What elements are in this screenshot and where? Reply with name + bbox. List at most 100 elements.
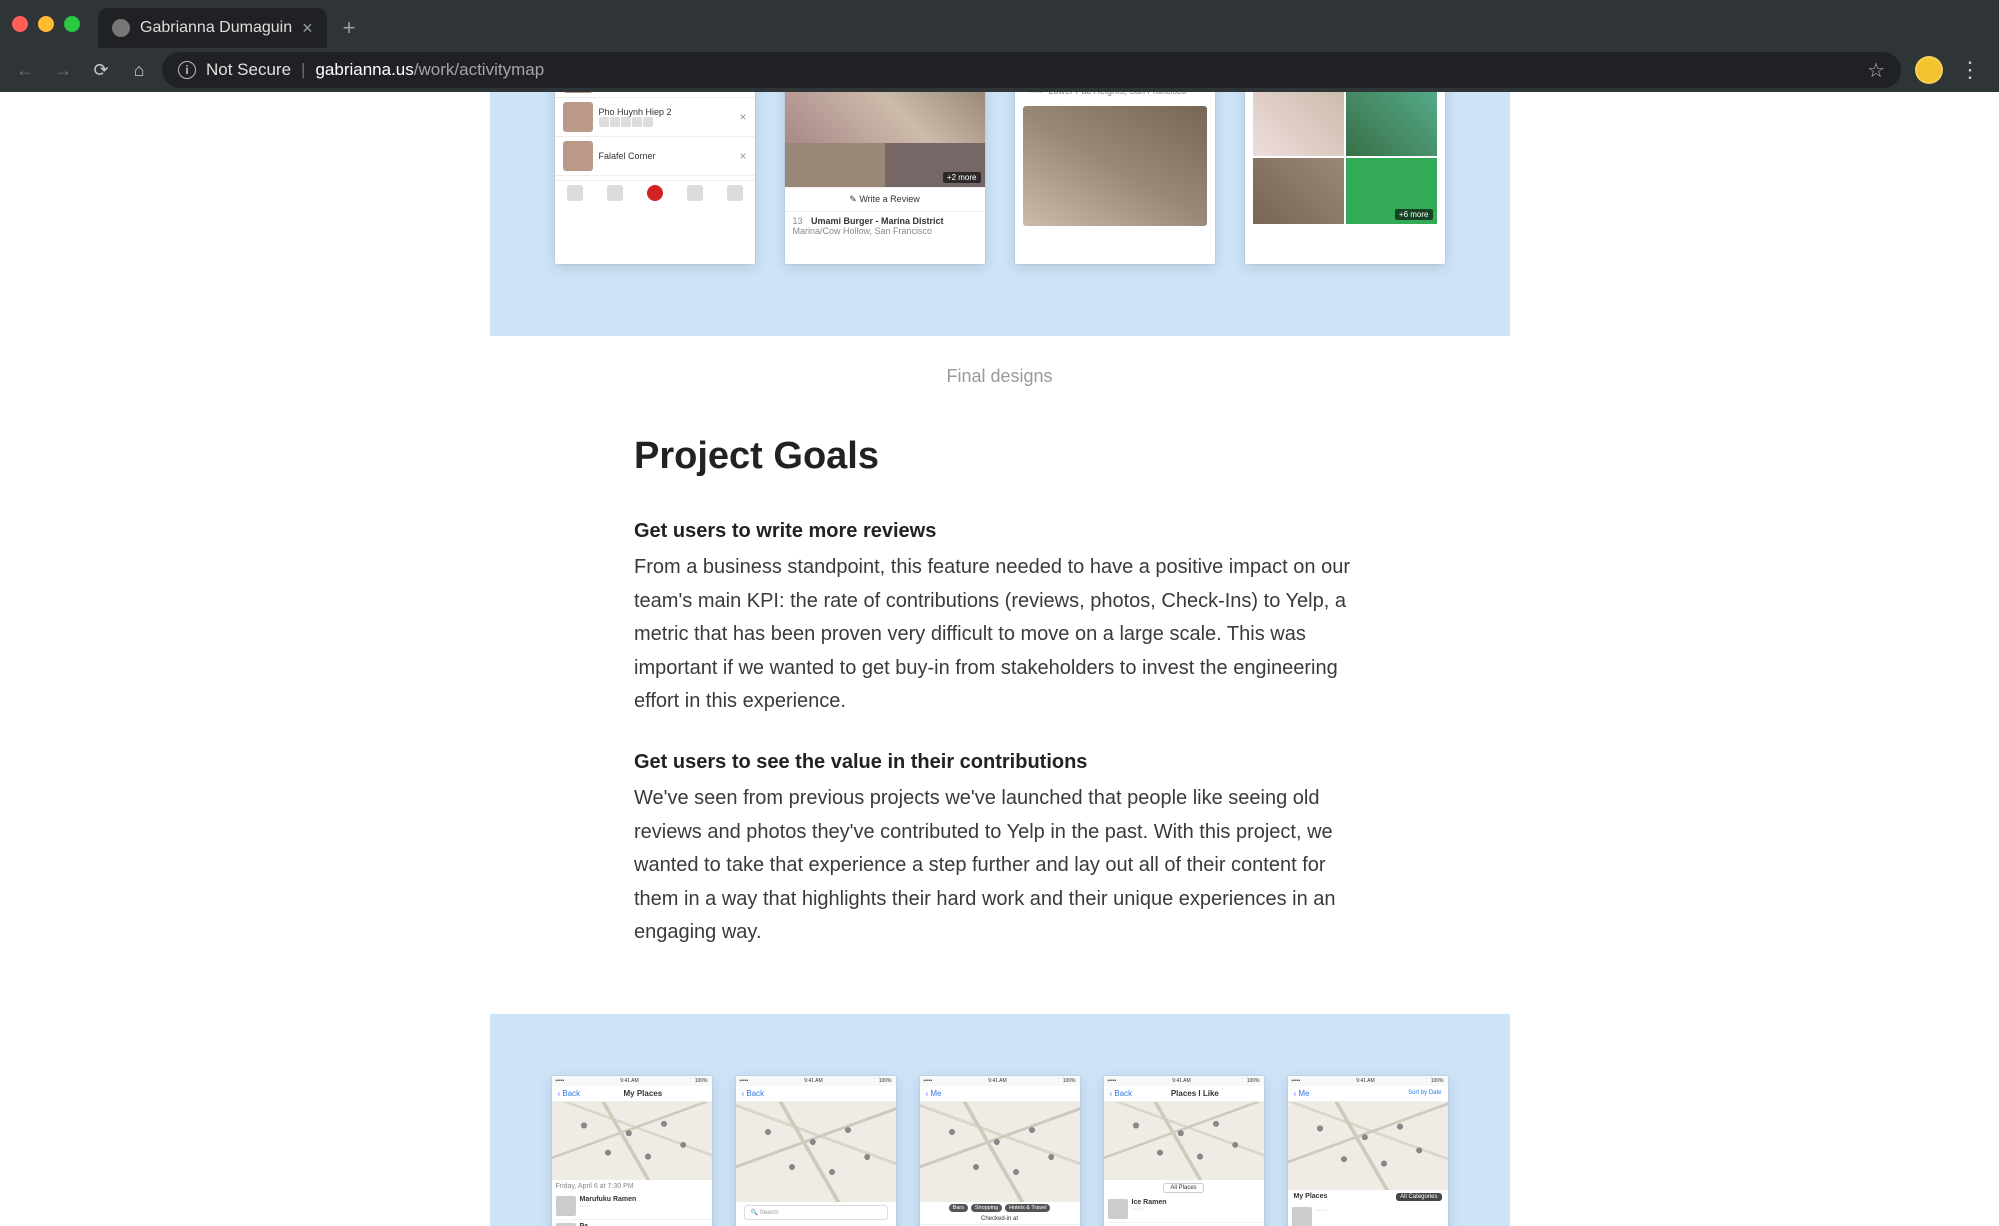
- reload-button[interactable]: ⟳: [86, 55, 116, 85]
- site-info-icon[interactable]: i: [178, 61, 196, 79]
- review-row: Falafel Corner ×: [555, 137, 755, 176]
- back-label: ‹ Me: [926, 1089, 942, 1098]
- list: ·····: [1288, 1204, 1448, 1226]
- design-card-my-photos: View Business My Photos Add Photo +6 mor…: [1245, 92, 1445, 264]
- status-bar: •••••9:41 AM100%: [1104, 1076, 1264, 1086]
- review-row: Pho Huynh Hiep 2 ×: [555, 98, 755, 137]
- list-item: 18 Wed B Patisserie Lower Pac Heights, S…: [1015, 92, 1215, 102]
- list-item: Ice Ramen·····: [1104, 1196, 1264, 1223]
- delivery-icon: [607, 185, 623, 201]
- photo-thumb: [785, 143, 885, 187]
- mini-mock: •••••9:41 AM100% ‹ BackMy Places Friday,…: [552, 1076, 712, 1226]
- nav-bar: ‹ MeSort by Date: [1288, 1086, 1448, 1102]
- screen-title: Places I Like: [1132, 1089, 1257, 1098]
- body-text: We've seen from previous projects we've …: [634, 782, 1354, 950]
- map-view: [1288, 1102, 1448, 1190]
- section-heading: Project Goals: [634, 435, 1354, 478]
- url-path: /work/activitymap: [414, 60, 544, 79]
- back-label: ‹ Back: [558, 1089, 581, 1098]
- back-button[interactable]: ←: [10, 55, 40, 85]
- thumb-icon: [556, 1196, 576, 1216]
- subheading: Get users to see the value in their cont…: [634, 751, 1354, 774]
- nav-bar: ‹ BackPlaces I Like: [1104, 1086, 1264, 1102]
- titlebar: Gabrianna Dumaguin × +: [0, 0, 1999, 48]
- category-chip: All Categories: [1396, 1193, 1441, 1201]
- favicon-icon: [112, 19, 130, 37]
- more-icon: [727, 185, 743, 201]
- explorations-band: •••••9:41 AM100% ‹ BackMy Places Friday,…: [490, 1014, 1510, 1226]
- subheading: Get users to write more reviews: [634, 520, 1354, 543]
- list-item: 13 Umami Burger - Marina District Marina…: [785, 211, 985, 240]
- tab-close-icon[interactable]: ×: [302, 18, 313, 39]
- body-text: From a business standpoint, this feature…: [634, 551, 1354, 719]
- map-view: [736, 1102, 896, 1202]
- status-bar: •••••9:41 AM100%: [1288, 1076, 1448, 1086]
- figure-caption: Final designs: [0, 366, 1999, 387]
- status-bar: •••••9:41 AM100%: [736, 1076, 896, 1086]
- photo-thumb: +2 more: [885, 143, 985, 187]
- dismiss-icon: ×: [739, 110, 746, 124]
- nav-bar: ‹ BackMy Places: [552, 1086, 712, 1102]
- photo-thumb: [1253, 92, 1344, 156]
- design-card-reviews-await: Your Next Review Awaits Yummy Yummy × Ph…: [555, 92, 755, 264]
- back-label: ‹ Back: [1110, 1089, 1133, 1098]
- window-minimize[interactable]: [38, 16, 54, 32]
- thumb-icon: [1108, 1199, 1128, 1219]
- page-content: Your Next Review Awaits Yummy Yummy × Ph…: [0, 92, 1999, 1226]
- map-view: [920, 1102, 1080, 1202]
- browser-tab[interactable]: Gabrianna Dumaguin ×: [98, 8, 327, 48]
- chip: Shopping: [971, 1204, 1002, 1212]
- nav-bar: ‹ Back: [736, 1086, 896, 1102]
- mini-mock: •••••9:41 AM100% ‹ Me Bars Shopping Hote…: [920, 1076, 1080, 1226]
- chip-bar: Bars Shopping Hotels & Travel: [920, 1202, 1080, 1214]
- toolbar: ← → ⟳ ⌂ i Not Secure | gabrianna.us/work…: [0, 48, 1999, 92]
- not-secure-label: Not Secure: [206, 60, 291, 80]
- thumb-icon: [563, 141, 593, 171]
- biz-name: Pho Huynh Hiep 2: [599, 107, 672, 117]
- screen-title: My Places: [580, 1089, 705, 1098]
- bookmark-icon[interactable]: ☆: [1867, 58, 1885, 83]
- biz-sub: Marina/Cow Hollow, San Francisco: [793, 226, 933, 236]
- address-bar[interactable]: i Not Secure | gabrianna.us/work/activit…: [162, 52, 1901, 88]
- filter-pill: All Places: [1104, 1183, 1264, 1193]
- tab-title: Gabrianna Dumaguin: [140, 19, 292, 37]
- list-item: Marufuku Ramen·····: [552, 1193, 712, 1220]
- window-zoom[interactable]: [64, 16, 80, 32]
- sort-label: Sort by Date: [1408, 1090, 1441, 1096]
- item-name: Marufuku Ramen: [580, 1196, 708, 1203]
- collections-icon: [687, 185, 703, 201]
- biz-name: Umami Burger - Marina District: [811, 216, 944, 226]
- hero-band: Your Next Review Awaits Yummy Yummy × Ph…: [490, 92, 1510, 336]
- rating-stars: [599, 117, 672, 127]
- day-label: Wed: [1023, 92, 1049, 95]
- article: Project Goals Get users to write more re…: [634, 435, 1354, 950]
- segment: Checked-in at: [981, 1216, 1018, 1222]
- biz-name: Falafel Corner: [599, 151, 656, 161]
- segment-control: Checked-in at: [920, 1214, 1080, 1225]
- list-item: Pa: [552, 1220, 712, 1226]
- more-photos-badge: +2 more: [943, 172, 981, 183]
- photo-thumb: [1346, 92, 1437, 156]
- photo-grid: +6 more: [1245, 92, 1445, 224]
- profile-avatar[interactable]: [1915, 56, 1943, 84]
- write-review-link: ✎ Write a Review: [785, 187, 985, 211]
- window-close[interactable]: [12, 16, 28, 32]
- food-photo: [1023, 106, 1207, 226]
- article-block: Get users to write more reviews From a b…: [634, 520, 1354, 719]
- photo-row: +2 more: [785, 143, 985, 187]
- list-item: ·····: [1288, 1204, 1448, 1226]
- mini-mock: •••••9:41 AM100% ‹ BackPlaces I Like All…: [1104, 1076, 1264, 1226]
- hero-photo: [785, 92, 985, 143]
- new-tab-button[interactable]: +: [343, 15, 356, 41]
- forward-button[interactable]: →: [48, 55, 78, 85]
- hero-cards: Your Next Review Awaits Yummy Yummy × Ph…: [490, 92, 1510, 264]
- home-button[interactable]: ⌂: [124, 55, 154, 85]
- url-separator: |: [301, 60, 305, 80]
- browser-chrome: Gabrianna Dumaguin × + ← → ⟳ ⌂ i Not Sec…: [0, 0, 1999, 92]
- thumb-icon: [563, 92, 593, 93]
- explorations-row: •••••9:41 AM100% ‹ BackMy Places Friday,…: [530, 1076, 1470, 1226]
- design-card-review-detail: hyped up that the overall experience was…: [1015, 92, 1215, 264]
- browser-menu-icon[interactable]: ⋮: [1951, 53, 1989, 87]
- search-field: 🔍 Search: [744, 1205, 888, 1220]
- back-label: ‹ Back: [742, 1089, 765, 1098]
